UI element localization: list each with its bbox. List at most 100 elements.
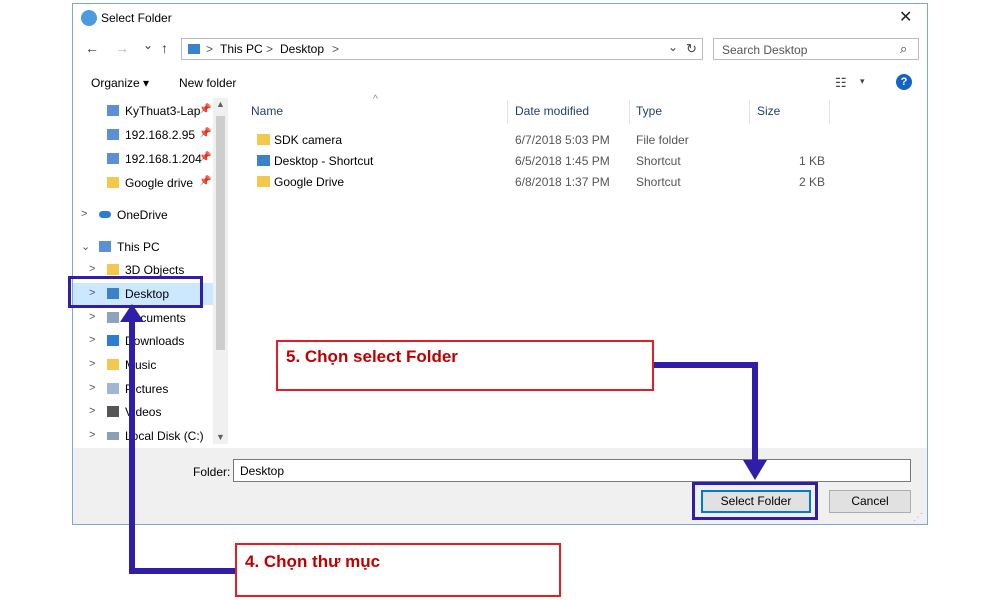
arrow-line: [752, 362, 758, 466]
breadcrumb-desktop[interactable]: Desktop: [280, 42, 324, 56]
callout-step-5: 5. Chọn select Folder: [276, 340, 654, 391]
chevron-right-icon[interactable]: >: [89, 311, 95, 323]
pin-icon[interactable]: 📌: [199, 152, 211, 163]
column-header-date-modified[interactable]: Date modified: [515, 104, 589, 118]
nav-item-google-drive[interactable]: Google drive 📌: [73, 172, 228, 194]
new-folder-button[interactable]: New folder: [179, 76, 236, 90]
table-row[interactable]: Desktop - Shortcut 6/5/2018 1:45 PM Shor…: [249, 151, 849, 172]
back-arrow-icon[interactable]: ←: [85, 40, 99, 56]
computer-icon: [107, 105, 119, 116]
table-row[interactable]: SDK camera 6/7/2018 5:03 PM File folder: [249, 130, 849, 151]
address-bar[interactable]: > This PC > Desktop > ⌄ ↻: [181, 38, 703, 60]
file-date: 6/5/2018 1:45 PM: [515, 154, 610, 168]
callout-step-4: 4. Chọn thư mục: [235, 543, 561, 597]
nav-item-label: Google drive: [125, 176, 194, 190]
refresh-icon[interactable]: ↻: [686, 41, 697, 57]
nav-item-label: Local Disk (C:): [125, 429, 204, 443]
title-bar: Select Folder ✕: [73, 4, 927, 32]
chevron-right-icon[interactable]: >: [89, 429, 95, 441]
nav-item-kythuat3-lap[interactable]: KyThuat3-Lap 📌: [73, 100, 228, 122]
nav-item-music[interactable]: > Music: [73, 354, 228, 376]
file-date: 6/7/2018 5:03 PM: [515, 133, 610, 147]
pin-icon[interactable]: 📌: [199, 104, 211, 115]
column-header-name[interactable]: Name: [251, 104, 283, 118]
chevron-right-icon[interactable]: >: [89, 263, 95, 275]
document-icon: [107, 312, 119, 323]
breadcrumb-separator: >: [206, 42, 214, 56]
up-arrow-icon[interactable]: ↑: [161, 40, 168, 56]
chevron-down-icon[interactable]: ⌄: [81, 240, 90, 253]
nav-item-downloads[interactable]: > Downloads: [73, 330, 228, 352]
folder-icon: [257, 134, 270, 145]
computer-icon: [107, 129, 119, 140]
table-row[interactable]: Google Drive 6/8/2018 1:37 PM Shortcut 2…: [249, 172, 849, 193]
arrow-down-icon: [743, 460, 767, 480]
nav-item-this-pc[interactable]: ⌄ This PC: [73, 236, 228, 258]
nav-item-label: This PC: [117, 240, 160, 254]
file-size: 1 KB: [798, 154, 825, 168]
nav-item-192-168-2-95[interactable]: 192.168.2.95 📌: [73, 124, 228, 146]
chevron-right-icon[interactable]: >: [89, 405, 95, 417]
nav-item-label: 3D Objects: [125, 263, 185, 277]
nav-item-videos[interactable]: > Videos: [73, 401, 228, 423]
file-name: Google Drive: [274, 175, 345, 189]
file-name: Desktop - Shortcut: [274, 154, 374, 168]
search-icon: ⌕: [900, 41, 908, 56]
nav-item-label: 192.168.2.95: [125, 128, 196, 142]
chevron-right-icon[interactable]: >: [81, 208, 87, 220]
nav-scroll-thumb[interactable]: [216, 116, 225, 350]
column-divider[interactable]: [749, 100, 750, 124]
nav-item-local-disk-c[interactable]: > Local Disk (C:): [73, 425, 228, 447]
arrow-line: [654, 362, 758, 368]
download-icon: [107, 335, 119, 346]
forward-arrow-icon[interactable]: →: [115, 40, 129, 56]
help-icon[interactable]: ?: [896, 74, 912, 90]
resize-grip-icon[interactable]: ⋰: [913, 512, 923, 523]
computer-icon: [107, 153, 119, 164]
video-icon: [107, 406, 119, 417]
callout-step-5-text: 5. Chọn select Folder: [286, 347, 458, 366]
scroll-up-icon[interactable]: ▲: [216, 99, 225, 109]
chevron-right-icon[interactable]: >: [89, 382, 95, 394]
pin-icon[interactable]: 📌: [199, 128, 211, 139]
organize-button[interactable]: Organize ▾: [91, 76, 149, 90]
breadcrumb-separator: >: [266, 42, 274, 56]
search-input[interactable]: Search Desktop ⌕: [713, 38, 919, 60]
scroll-down-icon[interactable]: ▼: [216, 432, 225, 442]
nav-item-label: 192.168.1.204: [125, 152, 202, 166]
file-date: 6/8/2018 1:37 PM: [515, 175, 610, 189]
nav-item-192-168-1-204[interactable]: 192.168.1.204 📌: [73, 148, 228, 170]
nav-item-onedrive[interactable]: > OneDrive: [73, 204, 228, 226]
arrow-up-icon: [120, 304, 144, 322]
cancel-button[interactable]: Cancel: [829, 490, 911, 513]
navigation-pane: KyThuat3-Lap 📌 192.168.2.95 📌 192.168.1.…: [73, 98, 231, 448]
view-dropdown-icon[interactable]: ▾: [860, 76, 865, 87]
file-type: Shortcut: [636, 175, 681, 189]
folder-icon: [107, 177, 119, 188]
address-dropdown-icon[interactable]: ⌄: [668, 40, 678, 54]
folder-name-input[interactable]: Desktop: [233, 459, 911, 482]
app-icon: [81, 10, 97, 26]
computer-icon: [99, 241, 111, 252]
arrow-line: [129, 568, 235, 574]
column-header-size[interactable]: Size: [757, 104, 780, 118]
shortcut-icon: [257, 176, 270, 187]
nav-item-documents[interactable]: > Documents: [73, 307, 228, 329]
column-header-type[interactable]: Type: [636, 104, 662, 118]
chevron-right-icon[interactable]: >: [89, 358, 95, 370]
close-icon[interactable]: ✕: [899, 7, 912, 27]
recent-locations-icon[interactable]: ⌄: [143, 38, 153, 52]
disk-icon: [107, 432, 119, 440]
callout-step-4-text: 4. Chọn thư mục: [245, 552, 381, 571]
chevron-right-icon[interactable]: >: [89, 334, 95, 346]
nav-item-pictures[interactable]: > Pictures: [73, 378, 228, 400]
cloud-icon: [99, 211, 111, 218]
folder-icon: [188, 44, 200, 54]
column-divider[interactable]: [629, 100, 630, 124]
view-options-icon[interactable]: ☷: [835, 75, 847, 91]
select-folder-dialog: Select Folder ✕ ← → ⌄ ↑ > This PC > Desk…: [72, 3, 928, 525]
breadcrumb-this-pc[interactable]: This PC: [220, 42, 263, 56]
column-divider[interactable]: [507, 100, 508, 124]
pin-icon[interactable]: 📌: [199, 176, 211, 187]
column-divider[interactable]: [829, 100, 830, 124]
